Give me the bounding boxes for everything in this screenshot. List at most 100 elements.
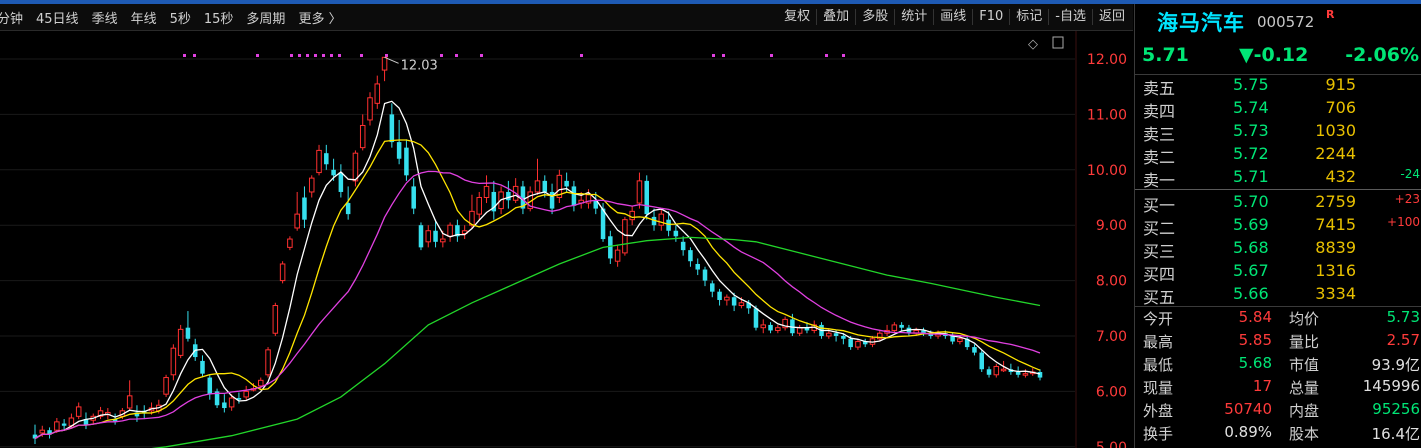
candle-body-down — [61, 423, 67, 426]
toolbar-action-button[interactable]: 画线 — [933, 9, 972, 25]
candle-body-down — [608, 236, 613, 259]
candle-body-down — [542, 180, 548, 192]
margin-flag-badge: R — [1326, 8, 1335, 21]
period-tab[interactable]: 多周期 — [246, 8, 285, 27]
toolbar-action-button[interactable]: 标记 — [1009, 9, 1048, 25]
candle-body-down — [768, 324, 773, 331]
candlestick-chart[interactable]: 12.00 11.00 10.00 9.00 8.00 7.00 6.00 5.00 ◇ 12.0… — [0, 31, 1133, 448]
signal-dot — [322, 54, 325, 57]
stat-label: 市值 — [1289, 356, 1320, 374]
orderbook-price: 5.74 — [1233, 98, 1269, 117]
period-tabs: 分钟 45日线 季线 年线 5秒 15秒 多周期 更多 〉 — [0, 4, 355, 30]
toolbar-action-button[interactable]: 复权 — [778, 9, 816, 25]
orderbook-volume: 915 — [1325, 75, 1356, 94]
chart-actions: 复权 叠加 多股 统计 画线 F10 标记 -自选 返回 — [778, 4, 1131, 30]
candle-body-up — [636, 180, 643, 204]
signal-dot — [842, 54, 845, 57]
candle-body-up — [993, 365, 1000, 376]
candle-body-down — [710, 283, 715, 292]
orderbook-volume: 1030 — [1315, 121, 1356, 140]
divider — [1135, 189, 1421, 190]
signal-dot — [385, 54, 388, 57]
period-tab[interactable]: 更多 〉 — [298, 8, 341, 27]
candle-body-up — [359, 124, 366, 149]
period-tab[interactable]: 45日线 — [36, 8, 79, 27]
period-tab[interactable]: 5秒 — [170, 8, 191, 27]
stat-label: 外盘 — [1143, 402, 1174, 420]
orderbook-volume: 2759 — [1315, 192, 1356, 211]
candle-body-down — [331, 169, 336, 176]
candle-body-down — [688, 250, 693, 262]
orderbook-level-label: 卖三 — [1143, 125, 1176, 144]
candle-body-down — [418, 225, 424, 248]
candle-body-up — [316, 149, 322, 174]
y-tick-label: 10.00 — [1087, 163, 1127, 179]
orderbook-price: 5.75 — [1233, 75, 1269, 94]
signal-dot — [770, 54, 773, 57]
stat-label: 总量 — [1289, 379, 1320, 397]
signal-dot — [722, 54, 725, 57]
period-tab[interactable]: 分钟 — [0, 8, 23, 27]
toolbar-action-button[interactable]: F10 — [972, 9, 1009, 25]
divider — [1135, 306, 1421, 307]
candle-body-up — [228, 397, 235, 408]
panel-toggle-icon — [1052, 36, 1064, 49]
orderbook-volume: 8839 — [1315, 238, 1356, 257]
stat-value: 50740 — [1224, 400, 1272, 418]
candle-body-down — [841, 336, 846, 339]
orderbook-level-label: 买五 — [1143, 288, 1176, 307]
orderbook-price: 5.73 — [1233, 121, 1269, 140]
period-tab[interactable]: 15秒 — [204, 8, 234, 27]
toolbar-action-button[interactable]: 统计 — [894, 9, 933, 25]
divider — [1135, 74, 1421, 75]
candle-body-up — [308, 177, 315, 193]
candle-body-down — [222, 402, 227, 409]
stat-value: 93.9亿 — [1371, 356, 1420, 374]
toolbar-action-button[interactable]: 叠加 — [816, 9, 855, 25]
y-tick-label: 12.00 — [1087, 52, 1127, 68]
candle-body-up — [374, 83, 381, 104]
stat-value: 16.4亿 — [1371, 425, 1420, 443]
toolbar-action-button[interactable]: 多股 — [855, 9, 894, 25]
y-tick-label: 9.00 — [1096, 218, 1127, 234]
candle-body-down — [666, 219, 671, 231]
candle-body-up — [957, 338, 963, 343]
stat-value: 17 — [1252, 377, 1272, 395]
candle-body-up — [287, 238, 293, 248]
candle-body-down — [717, 291, 722, 300]
candle-body-up — [440, 238, 446, 243]
stat-value: 2.57 — [1386, 331, 1420, 349]
price-row: 5.71 ▼-0.12 -2.06% — [1135, 40, 1421, 70]
candle-body-up — [54, 421, 60, 431]
price-change-pct: -2.06% — [1345, 44, 1419, 66]
toolbar-action-button[interactable]: 返回 — [1091, 9, 1131, 25]
candle-body-up — [425, 230, 432, 243]
y-tick-label: 7.00 — [1096, 329, 1127, 345]
stock-name[interactable]: 海马汽车 — [1157, 7, 1245, 37]
candle-body-down — [338, 172, 344, 192]
candle-body-down — [404, 147, 409, 176]
orderbook-price: 5.67 — [1233, 261, 1269, 280]
stat-label: 股本 — [1289, 425, 1320, 443]
candle-body-up — [629, 210, 635, 221]
quote-panel: 海马汽车 000572 R 5.71 ▼-0.12 -2.06% 卖五 5.75 9… — [1134, 4, 1421, 448]
candle-body-down — [979, 352, 984, 370]
stat-label: 换手 — [1143, 425, 1174, 443]
signal-dot — [360, 54, 363, 57]
candle-body-down — [564, 180, 569, 187]
ma5-line — [34, 100, 1041, 440]
candle-body-up — [476, 197, 482, 215]
candle-body-up — [796, 327, 803, 334]
signal-dot — [712, 54, 715, 57]
toolbar-action-button[interactable]: -自选 — [1048, 9, 1092, 25]
orderbook-level-label: 卖一 — [1143, 171, 1176, 190]
stat-label: 内盘 — [1289, 402, 1320, 420]
period-tab[interactable]: 季线 — [92, 8, 118, 27]
period-tab[interactable]: 年线 — [131, 8, 157, 27]
chart-canvas[interactable]: 12.00 11.00 10.00 9.00 8.00 7.00 6.00 5.00 ◇ 12.0… — [0, 31, 1133, 448]
signal-dot — [480, 54, 483, 57]
candle-body-down — [433, 230, 438, 242]
candle-body-up — [265, 349, 271, 376]
candle-body-up — [775, 327, 781, 331]
ma60-line — [151, 236, 1041, 448]
